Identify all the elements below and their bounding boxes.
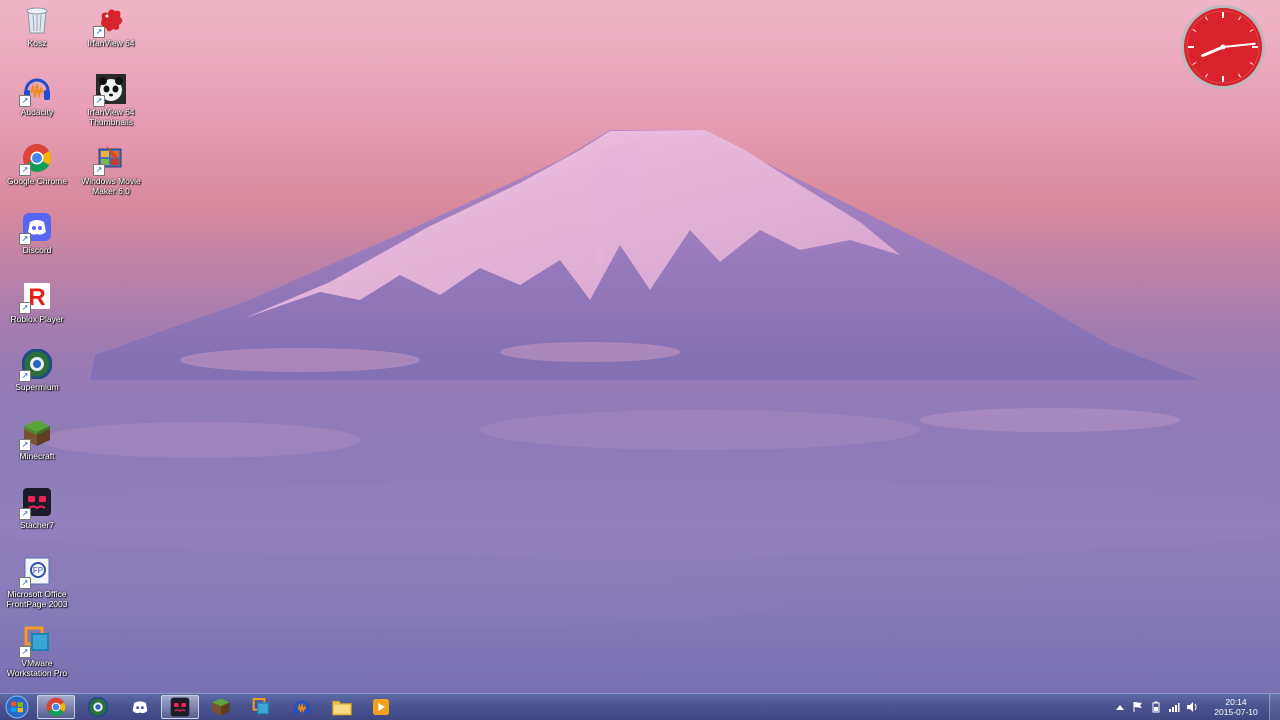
discord-icon: ↗ [19,211,53,245]
tray-date: 2015-07-10 [1214,707,1258,717]
shortcut-arrow-icon: ↗ [19,95,31,107]
desktop-icon-label: VMware Workstation Pro [6,658,68,678]
taskbar-discord-button[interactable] [121,695,159,719]
audacity-icon: ↗ [19,73,53,107]
tray-time: 20:14 [1225,697,1247,707]
desktop[interactable]: Kosz ↗ Audacity ↗ Google Chrome ↗ Discor… [0,0,1280,693]
movie-maker-icon: ↗ [93,142,127,176]
taskbar-media-player-button[interactable] [362,695,400,719]
desktop-icon-roblox-player[interactable]: R ↗ Roblox Player [4,280,70,324]
taskbar-audacity-button[interactable] [283,695,321,719]
panda-thumbnail-icon: ↗ [93,73,127,107]
shortcut-arrow-icon: ↗ [19,370,31,382]
desktop-icon-label: Minecraft [19,451,55,461]
desktop-icon-supermium[interactable]: ↗ Supermium [4,348,70,392]
desktop-icon-irfanview[interactable]: ↗ IrfanView 64 [78,4,144,48]
vmware-icon [252,698,269,715]
desktop-icon-label: IrfanView 64 [87,38,135,48]
action-center-flag-icon[interactable] [1131,700,1145,714]
irfanview-icon: ↗ [93,4,127,38]
desktop-icon-audacity[interactable]: ↗ Audacity [4,73,70,117]
wallpaper-mountain [0,130,1280,693]
minecraft-icon: ↗ [19,417,53,451]
desktop-icon-stacher7[interactable]: ↗ Stacher7 [4,486,70,530]
shortcut-arrow-icon: ↗ [19,646,31,658]
desktop-icon-minecraft[interactable]: ↗ Minecraft [4,417,70,461]
desktop-icon-label: Google Chrome [6,176,67,186]
desktop-icon-google-chrome[interactable]: ↗ Google Chrome [4,142,70,186]
desktop-icon-label: IrfanView 64 Thumbnails [87,107,135,127]
shortcut-arrow-icon: ↗ [19,302,31,314]
discord-icon [132,701,148,714]
frontpage-icon: FP ↗ [19,555,53,589]
stacher7-icon [170,697,190,717]
shortcut-arrow-icon: ↗ [93,164,105,176]
shortcut-arrow-icon: ↗ [93,95,105,107]
chevron-up-icon [1116,705,1124,710]
shortcut-arrow-icon: ↗ [19,164,31,176]
desktop-icon-label: Audacity [20,107,54,117]
folder-icon [332,700,352,716]
taskbar-supermium-button[interactable] [79,695,117,719]
desktop-icon-irfanview-thumbnails[interactable]: ↗ IrfanView 64 Thumbnails [78,73,144,127]
desktop-icon-discord[interactable]: ↗ Discord [4,211,70,255]
chrome-icon [46,697,66,717]
desktop-icon-ms-frontpage[interactable]: FP ↗ Microsoft Office FrontPage 2003 [4,555,70,609]
supermium-icon: ↗ [19,348,53,382]
shortcut-arrow-icon: ↗ [93,26,105,38]
windows-logo-icon [5,695,29,719]
stacher7-icon: ↗ [19,486,53,520]
shortcut-arrow-icon: ↗ [19,233,31,245]
desktop-icon-label: Stacher7 [19,520,55,530]
tray-clock[interactable]: 20:14 2015-07-10 [1207,697,1265,717]
desktop-icon-recycle-bin[interactable]: Kosz [4,4,70,48]
vmware-icon: ↗ [19,624,53,658]
power-icon[interactable] [1149,700,1163,714]
minecraft-icon [212,698,230,716]
media-play-icon [373,699,389,715]
taskbar-stacher7-button[interactable] [161,695,199,719]
shortcut-arrow-icon: ↗ [19,577,31,589]
shortcut-arrow-icon: ↗ [19,439,31,451]
desktop-icon-label: Discord [22,245,52,255]
roblox-icon: R ↗ [19,280,53,314]
desktop-icon-movie-maker[interactable]: ↗ Windows Movie Maker 6.0 [78,142,144,196]
desktop-icon-vmware[interactable]: ↗ VMware Workstation Pro [4,624,70,678]
show-hidden-icons-button[interactable] [1113,700,1127,714]
supermium-icon [88,697,108,717]
network-signal-icon[interactable] [1167,700,1181,714]
taskbar-minecraft-button[interactable] [202,695,240,719]
recycle-bin-icon [21,4,53,36]
taskbar-vmware-button[interactable] [242,695,280,719]
svg-text:FP: FP [33,566,43,575]
shortcut-arrow-icon: ↗ [19,508,31,520]
desktop-icon-label: Windows Movie Maker 6.0 [81,176,141,196]
desktop-icon-label: Roblox Player [10,314,64,324]
volume-icon[interactable] [1185,700,1199,714]
system-tray: 20:14 2015-07-10 [1111,694,1280,720]
taskbar: 20:14 2015-07-10 [0,693,1280,720]
clock-gadget[interactable] [1180,4,1266,90]
desktop-icon-label: Kosz [27,38,47,48]
desktop-icon-label: Supermium [15,382,59,392]
audacity-icon [293,700,311,714]
desktop-icon-label: Microsoft Office FrontPage 2003 [6,589,68,609]
show-desktop-button[interactable] [1269,694,1280,720]
taskbar-chrome-button[interactable] [37,695,75,719]
taskbar-file-explorer-button[interactable] [323,695,361,719]
start-button[interactable] [2,694,32,720]
chrome-icon: ↗ [19,142,53,176]
